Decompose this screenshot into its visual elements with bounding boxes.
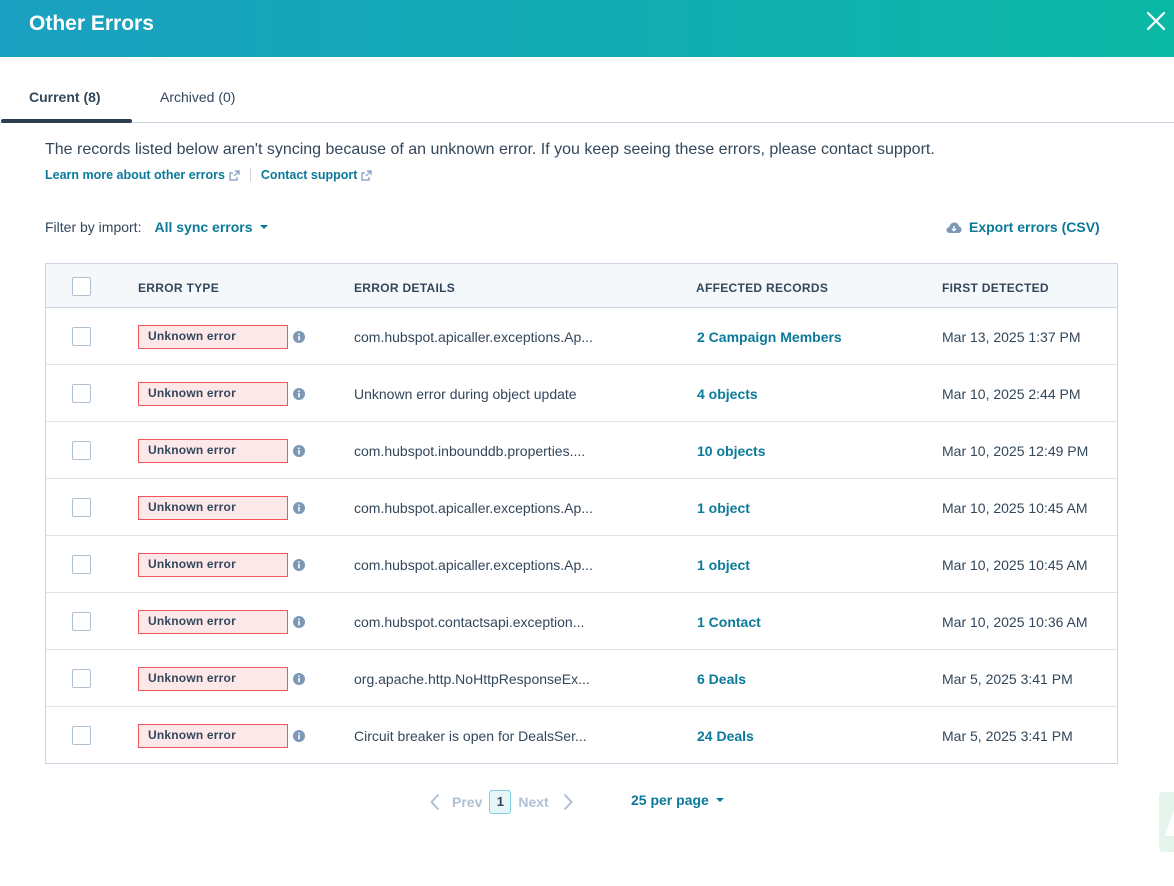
learn-more-link-label: Learn more about other errors [45, 168, 225, 182]
first-detected-cell: Mar 10, 2025 2:44 PM [942, 386, 1081, 402]
info-icon[interactable] [293, 615, 305, 633]
affected-records-link[interactable]: 2 Campaign Members [697, 329, 842, 345]
info-icon[interactable] [293, 501, 305, 519]
table-row: Unknown error Unknown error during object… [46, 365, 1117, 422]
error-details-cell: com.hubspot.apicaller.exceptions.Ap... [354, 500, 593, 516]
tab-archived[interactable]: Archived (0) [160, 89, 235, 105]
error-type-badge: Unknown error [138, 610, 288, 634]
table-row: Unknown error com.hubspot.inbounddb.prope… [46, 422, 1117, 479]
prev-page-button[interactable]: Prev [430, 793, 482, 811]
first-detected-cell: Mar 10, 2025 10:36 AM [942, 614, 1088, 630]
row-checkbox[interactable] [72, 726, 91, 745]
help-links: Learn more about other errors Contact su… [45, 168, 373, 182]
tab-current[interactable]: Current (8) [29, 89, 101, 105]
first-detected-cell: Mar 10, 2025 10:45 AM [942, 557, 1088, 573]
affected-records-link[interactable]: 1 object [697, 500, 750, 516]
next-page-label: Next [518, 794, 549, 810]
pagination: Prev 1 Next [430, 790, 573, 814]
filter-label: Filter by import: [45, 219, 142, 235]
row-checkbox[interactable] [72, 498, 91, 517]
modal-title: Other Errors [29, 12, 154, 35]
affected-records-link[interactable]: 24 Deals [697, 728, 754, 744]
chevron-left-icon [430, 793, 440, 811]
affected-records-link[interactable]: 1 object [697, 557, 750, 573]
table-row: Unknown error com.hubspot.apicaller.excep… [46, 536, 1117, 593]
affected-records-link[interactable]: 6 Deals [697, 671, 746, 687]
export-errors-button[interactable]: Export errors (CSV) [946, 219, 1100, 235]
error-details-cell: Circuit breaker is open for DealsSer... [354, 728, 587, 744]
next-page-button[interactable]: Next [518, 793, 573, 811]
error-type-badge: Unknown error [138, 553, 288, 577]
header-error-type[interactable]: ERROR TYPE [138, 281, 219, 295]
row-checkbox[interactable] [72, 441, 91, 460]
row-checkbox[interactable] [72, 384, 91, 403]
affected-records-link[interactable]: 10 objects [697, 443, 765, 459]
row-checkbox[interactable] [72, 555, 91, 574]
learn-more-link[interactable]: Learn more about other errors [45, 168, 240, 182]
row-checkbox[interactable] [72, 669, 91, 688]
error-type-badge: Unknown error [138, 325, 288, 349]
error-type-badge: Unknown error [138, 382, 288, 406]
error-type-badge: Unknown error [138, 439, 288, 463]
errors-table: ERROR TYPE ERROR DETAILS AFFECTED RECORD… [45, 263, 1118, 764]
info-icon[interactable] [293, 558, 305, 576]
first-detected-cell: Mar 10, 2025 10:45 AM [942, 500, 1088, 516]
error-type-badge: Unknown error [138, 667, 288, 691]
first-detected-cell: Mar 5, 2025 3:41 PM [942, 728, 1073, 744]
error-details-cell: com.hubspot.apicaller.exceptions.Ap... [354, 557, 593, 573]
table-header: ERROR TYPE ERROR DETAILS AFFECTED RECORD… [46, 264, 1117, 308]
error-details-cell: org.apache.http.NoHttpResponseEx... [354, 671, 590, 687]
caret-down-icon [259, 225, 268, 229]
row-checkbox[interactable] [72, 612, 91, 631]
table-row: Unknown error Circuit breaker is open for… [46, 707, 1117, 764]
per-page-value: 25 per page [631, 792, 709, 808]
affected-records-link[interactable]: 1 Contact [697, 614, 761, 630]
info-icon[interactable] [293, 387, 305, 405]
error-details-cell: com.hubspot.apicaller.exceptions.Ap... [354, 329, 593, 345]
error-details-cell: com.hubspot.contactsapi.exception... [354, 614, 585, 630]
per-page-dropdown[interactable]: 25 per page [631, 792, 724, 808]
info-icon[interactable] [293, 729, 305, 747]
side-panel-tab-shape [1165, 810, 1174, 836]
select-all-checkbox[interactable] [72, 277, 91, 296]
table-row: Unknown error org.apache.http.NoHttpRespo… [46, 650, 1117, 707]
info-icon[interactable] [293, 444, 305, 462]
tab-bar: Current (8) Archived (0) [0, 57, 1174, 123]
cloud-download-icon [946, 222, 962, 233]
modal-header: Other Errors [0, 0, 1174, 57]
contact-support-link-label: Contact support [260, 168, 358, 182]
header-affected-records[interactable]: AFFECTED RECORDS [696, 281, 828, 295]
description-text: The records listed below aren't syncing … [45, 141, 935, 158]
chevron-right-icon [563, 793, 573, 811]
row-checkbox[interactable] [72, 327, 91, 346]
contact-support-link[interactable]: Contact support [261, 168, 373, 182]
table-row: Unknown error com.hubspot.contactsapi.exc… [46, 593, 1117, 650]
error-details-cell: Unknown error during object update [354, 386, 577, 402]
affected-records-link[interactable]: 4 objects [697, 386, 758, 402]
external-link-icon [361, 169, 373, 181]
header-first-detected[interactable]: FIRST DETECTED [942, 281, 1049, 295]
filter-dropdown[interactable]: All sync errors [154, 219, 268, 235]
active-tab-indicator [1, 119, 132, 123]
info-icon[interactable] [293, 330, 305, 348]
current-page-button[interactable]: 1 [489, 790, 512, 814]
error-type-badge: Unknown error [138, 496, 288, 520]
error-details-cell: com.hubspot.inbounddb.properties.... [354, 443, 586, 459]
first-detected-cell: Mar 5, 2025 3:41 PM [942, 671, 1073, 687]
export-errors-label: Export errors (CSV) [969, 219, 1100, 235]
caret-down-icon [715, 798, 724, 802]
filter-dropdown-value: All sync errors [154, 219, 253, 235]
header-error-details[interactable]: ERROR DETAILS [354, 281, 455, 295]
import-filter: Filter by import: All sync errors [45, 219, 268, 235]
info-icon[interactable] [293, 672, 305, 690]
error-type-badge: Unknown error [138, 724, 288, 748]
link-separator [249, 168, 251, 182]
first-detected-cell: Mar 10, 2025 12:49 PM [942, 443, 1089, 459]
table-row: Unknown error com.hubspot.apicaller.excep… [46, 308, 1117, 365]
external-link-icon [229, 169, 240, 181]
first-detected-cell: Mar 13, 2025 1:37 PM [942, 329, 1081, 345]
close-icon[interactable] [1145, 10, 1167, 32]
prev-page-label: Prev [452, 794, 483, 810]
table-row: Unknown error com.hubspot.apicaller.excep… [46, 479, 1117, 536]
